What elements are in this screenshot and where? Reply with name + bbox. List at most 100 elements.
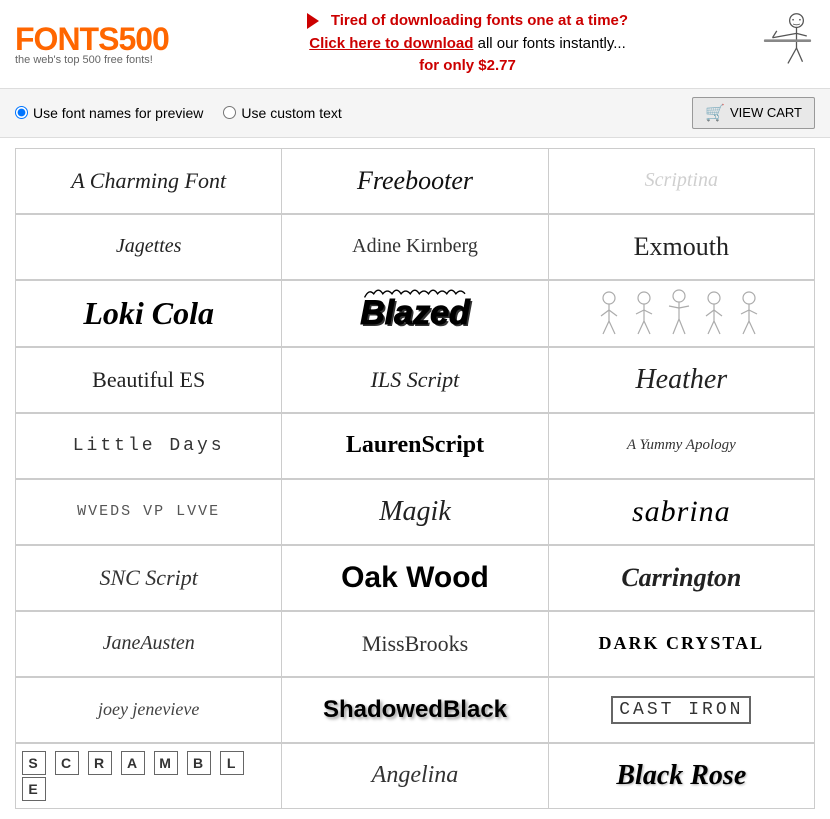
font-row-5: Little Days LaurenScript A Yummy Apology — [15, 413, 815, 479]
font-name-blazed: Blazed — [360, 294, 470, 332]
font-name-joeyjenevieve: joey jenevieve — [98, 699, 199, 720]
font-name-scriptina: Scriptina — [645, 169, 718, 192]
font-cell-shadowedblack[interactable]: ShadowedBlack — [282, 678, 548, 743]
font-cell-ilsscript[interactable]: ILS Script — [282, 348, 548, 413]
font-cell-carrington[interactable]: Carrington — [549, 546, 815, 611]
font-cell-sabrina[interactable]: sabrina — [549, 480, 815, 545]
header: FONTS500 the web's top 500 free fonts! T… — [0, 0, 830, 89]
font-row-7: SNC Script Oak Wood Carrington — [15, 545, 815, 611]
font-name-littledays: Little Days — [73, 436, 225, 456]
font-cell-beautifulest[interactable]: Beautiful ES — [16, 348, 282, 413]
font-row-9: joey jenevieve ShadowedBlack CAST IRON — [15, 677, 815, 743]
logo-text: FONTS500 — [15, 21, 175, 58]
character-illustrations — [589, 286, 774, 341]
font-name-carrington: Carrington — [621, 563, 741, 593]
font-name-exmouth: Exmouth — [634, 232, 729, 262]
font-name-charming: A Charming Font — [71, 168, 226, 194]
font-cell-lokicola[interactable]: Loki Cola — [16, 281, 282, 347]
font-cell-joeyjenevieve[interactable]: joey jenevieve — [16, 678, 282, 743]
font-cell-exmouth[interactable]: Exmouth — [549, 215, 815, 280]
font-name-jagettes: Jagettes — [116, 235, 182, 258]
logo-500: 500 — [118, 21, 168, 57]
logo-area: FONTS500 the web's top 500 free fonts! — [15, 21, 175, 66]
font-cell-characters[interactable] — [549, 281, 815, 347]
radio-font-names-input[interactable] — [15, 106, 28, 119]
font-name-wveds: WVEDS VP LVVE — [77, 503, 220, 520]
font-name-shadowedblack: ShadowedBlack — [323, 696, 507, 724]
font-cell-blazed[interactable]: Blazed — [282, 281, 548, 347]
font-row-1: A Charming Font Freebooter Scriptina — [15, 148, 815, 214]
font-name-darkcrystal: Dark Crystal — [599, 633, 765, 654]
font-name-freebooter: Freebooter — [357, 166, 473, 196]
font-name-magik: Magik — [379, 496, 451, 528]
radio-custom-text-input[interactable] — [223, 106, 236, 119]
font-cell-angelina[interactable]: Angelina — [282, 744, 548, 809]
font-cell-heather[interactable]: Heather — [549, 348, 815, 413]
font-cell-littledays[interactable]: Little Days — [16, 414, 282, 479]
promo-tired: Tired of downloading fonts one at a time… — [331, 12, 628, 29]
font-row-8: JaneAusten MissBrooks Dark Crystal — [15, 611, 815, 677]
font-cell-castiron[interactable]: CAST IRON — [549, 678, 815, 743]
font-cell-laurenscript[interactable]: LaurenScript — [282, 414, 548, 479]
font-name-laurenscript: LaurenScript — [346, 432, 484, 459]
font-cell-charming[interactable]: A Charming Font — [16, 149, 282, 214]
person-svg — [760, 12, 815, 72]
font-name-oakwood: Oak Wood — [341, 561, 489, 595]
font-name-missbrooks: MissBrooks — [362, 631, 468, 657]
promo-all-text: all our fonts instantly... — [478, 35, 626, 52]
font-cell-janeausten[interactable]: JaneAusten — [16, 612, 282, 677]
character-image — [760, 12, 815, 75]
font-row-3: Loki Cola Blazed — [15, 280, 815, 347]
controls-bar: Use font names for preview Use custom te… — [0, 89, 830, 138]
font-cell-ayummy[interactable]: A Yummy Apology — [549, 414, 815, 479]
scramble-m: M — [154, 751, 178, 775]
font-name-ilsscript: ILS Script — [371, 367, 460, 393]
blazed-container: Blazed — [360, 294, 470, 333]
radio-custom-text-label: Use custom text — [241, 105, 341, 121]
font-row-10: S C R A M B L E Angelina Black Rose — [15, 743, 815, 809]
font-cell-jagettes[interactable]: Jagettes — [16, 215, 282, 280]
font-name-janeausten: JaneAusten — [103, 632, 195, 655]
font-row-2: Jagettes Adine Kirnberg Exmouth — [15, 214, 815, 280]
promo-line2: Click here to download all our fonts ins… — [175, 33, 760, 56]
promo-price: for only $2.77 — [175, 55, 760, 78]
font-cell-blackrose[interactable]: Black Rose — [549, 744, 815, 809]
font-cell-oakwood[interactable]: Oak Wood — [282, 546, 548, 611]
radio-custom-text[interactable]: Use custom text — [223, 105, 341, 121]
font-cell-wveds[interactable]: WVEDS VP LVVE — [16, 480, 282, 545]
scramble-l: L — [220, 751, 244, 775]
font-cell-magik[interactable]: Magik — [282, 480, 548, 545]
font-name-adine: Adine Kirnberg — [352, 235, 478, 258]
font-name-scramble: S C R A M B L E — [21, 750, 276, 802]
font-name-beautifulest: Beautiful ES — [92, 367, 205, 393]
font-name-castiron: CAST IRON — [611, 696, 751, 724]
scramble-b: B — [187, 751, 211, 775]
promo-area: Tired of downloading fonts one at a time… — [175, 10, 760, 78]
logo-fonts: FONTS — [15, 21, 118, 57]
font-row-6: WVEDS VP LVVE Magik sabrina — [15, 479, 815, 545]
scramble-r: R — [88, 751, 112, 775]
font-cell-sncscript[interactable]: SNC Script — [16, 546, 282, 611]
font-cell-scramble[interactable]: S C R A M B L E — [16, 744, 282, 809]
font-name-heather: Heather — [635, 364, 727, 396]
radio-font-names-label: Use font names for preview — [33, 105, 203, 121]
view-cart-button[interactable]: 🛒 VIEW CART — [692, 97, 815, 129]
font-cell-adine[interactable]: Adine Kirnberg — [282, 215, 548, 280]
font-cell-missbrooks[interactable]: MissBrooks — [282, 612, 548, 677]
radio-options: Use font names for preview Use custom te… — [15, 105, 342, 121]
promo-download-link[interactable]: Click here to download — [309, 35, 473, 52]
radio-font-names[interactable]: Use font names for preview — [15, 105, 203, 121]
font-name-blackrose: Black Rose — [616, 760, 746, 792]
view-cart-label: VIEW CART — [730, 105, 802, 120]
arrow-icon — [307, 13, 319, 29]
logo-sub: the web's top 500 free fonts! — [15, 54, 175, 66]
font-cell-darkcrystal[interactable]: Dark Crystal — [549, 612, 815, 677]
scramble-e: E — [22, 777, 46, 801]
scramble-a: A — [121, 751, 145, 775]
font-cell-scriptina[interactable]: Scriptina — [549, 149, 815, 214]
font-name-sncscript: SNC Script — [99, 565, 197, 591]
scramble-s: S — [22, 751, 46, 775]
scramble-c: C — [55, 751, 79, 775]
font-cell-freebooter[interactable]: Freebooter — [282, 149, 548, 214]
font-name-ayummy: A Yummy Apology — [627, 437, 736, 454]
